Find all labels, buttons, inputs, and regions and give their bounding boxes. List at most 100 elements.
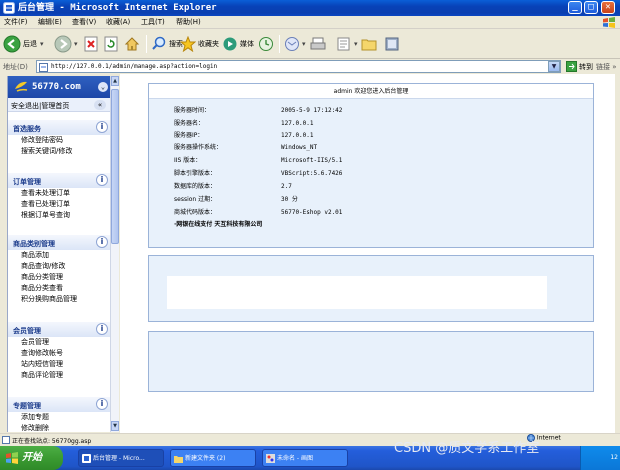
address-url: http://127.0.0.1/admin/manage.asp?action… bbox=[51, 63, 218, 70]
taskbar-item-admin[interactable]: 后台管理 - Micro... bbox=[78, 449, 164, 467]
discuss-button[interactable] bbox=[361, 34, 377, 54]
minimize-button[interactable]: _ bbox=[568, 1, 582, 14]
section-header[interactable]: 订单管理 i bbox=[8, 173, 110, 188]
info-label: 服务器操作系统： bbox=[174, 144, 223, 151]
info-label: 服务器IP： bbox=[174, 132, 204, 139]
sidebar-item-processed-orders[interactable]: 查看已处理订单 bbox=[8, 199, 110, 210]
toolbar-separator bbox=[146, 35, 147, 53]
menu-bar: 文件(F) 编辑(E) 查看(V) 收藏(A) 工具(T) 帮助(H) bbox=[0, 16, 620, 29]
payment-footer-text[interactable]: ·网银在线支付 天互科技有限公司 bbox=[174, 221, 262, 229]
address-input[interactable]: http://127.0.0.1/admin/manage.asp?action… bbox=[36, 60, 561, 73]
sidebar-item-edit-topic[interactable]: 修改删除 bbox=[8, 423, 110, 432]
security-zone-label: Internet bbox=[536, 434, 561, 442]
info-label: session 过期： bbox=[174, 196, 217, 203]
section-toggle-icon[interactable]: i bbox=[96, 174, 108, 186]
sidebar-item-account-query[interactable]: 查询修改帐号 bbox=[8, 348, 110, 359]
sidebar-item-order-search[interactable]: 根据订单号查询 bbox=[8, 210, 110, 221]
info-value: Microsoft-IIS/5.1 bbox=[281, 157, 343, 164]
sidebar-item-reviews[interactable]: 商品评论管理 bbox=[8, 370, 110, 381]
clock[interactable]: 12 bbox=[610, 454, 618, 461]
menu-help[interactable]: 帮助(H) bbox=[176, 18, 201, 27]
sidebar-scrollbar[interactable]: ▲ ▼ bbox=[110, 76, 119, 432]
info-label: IIS 版本： bbox=[174, 157, 202, 164]
stop-button[interactable] bbox=[84, 34, 98, 54]
section-member-management: 会员管理 i 会员管理 查询修改帐号 站内短信管理 商品评论管理 bbox=[8, 322, 110, 381]
favorites-button[interactable]: 收藏夹 bbox=[180, 34, 219, 54]
sidebar-item-keywords[interactable]: 搜索关键词/修改 bbox=[8, 146, 110, 157]
forward-dropdown-icon: ▾ bbox=[74, 40, 78, 48]
links-toolbar[interactable]: 链接 » bbox=[596, 62, 617, 72]
sidebar-item-add-product[interactable]: 商品添加 bbox=[8, 250, 110, 261]
section-header[interactable]: 商品类别管理 i bbox=[8, 235, 110, 250]
scrollbar-thumb[interactable] bbox=[111, 89, 119, 244]
menu-edit[interactable]: 编辑(E) bbox=[38, 18, 62, 27]
scroll-up-icon[interactable]: ▲ bbox=[111, 76, 119, 86]
info-value: 56770-Eshop v2.01 bbox=[281, 209, 343, 216]
address-dropdown-button[interactable]: ▼ bbox=[548, 61, 560, 72]
sidebar-item-category-view[interactable]: 商品分类查看 bbox=[8, 283, 110, 294]
section-title: 首选服务 bbox=[13, 125, 41, 133]
close-button[interactable]: ✕ bbox=[601, 1, 615, 14]
menu-file[interactable]: 文件(F) bbox=[4, 18, 28, 27]
sidebar-item-members[interactable]: 会员管理 bbox=[8, 337, 110, 348]
section-header[interactable]: 首选服务 i bbox=[8, 120, 110, 135]
ie-icon bbox=[82, 454, 91, 463]
window-titlebar: 后台管理 - Microsoft Internet Explorer _ □ ✕ bbox=[0, 0, 620, 16]
back-button[interactable]: 后退 ▾ bbox=[3, 34, 44, 54]
home-button[interactable] bbox=[124, 34, 140, 54]
info-value: VBScript:5.6.7426 bbox=[281, 170, 343, 177]
edit-icon bbox=[337, 37, 350, 51]
search-icon bbox=[152, 36, 166, 50]
brand-name: 56770.com bbox=[32, 82, 81, 92]
back-dropdown-icon[interactable]: ▾ bbox=[40, 40, 44, 48]
welcome-message: admin 欢迎您进入后台管理 bbox=[149, 84, 593, 99]
menu-tools[interactable]: 工具(T) bbox=[141, 18, 165, 27]
section-toggle-icon[interactable]: i bbox=[96, 236, 108, 248]
page-icon bbox=[39, 63, 48, 72]
logout-home-link[interactable]: 安全退出|管理首页 bbox=[11, 101, 69, 111]
go-button[interactable]: 转到 bbox=[566, 61, 593, 72]
sidebar-item-add-topic[interactable]: 添加专题 bbox=[8, 412, 110, 423]
search-button[interactable]: 搜索 bbox=[151, 34, 183, 54]
section-toggle-icon[interactable]: i bbox=[96, 121, 108, 133]
start-label: 开始 bbox=[22, 452, 42, 463]
taskbar-item-paint[interactable]: 未命名 - 画图 bbox=[262, 449, 348, 467]
section-header[interactable]: 会员管理 i bbox=[8, 322, 110, 337]
address-bar: 地址(D) http://127.0.0.1/admin/manage.asp?… bbox=[0, 59, 620, 74]
scroll-down-icon[interactable]: ▼ bbox=[111, 421, 119, 431]
sidebar-item-category-manage[interactable]: 商品分类管理 bbox=[8, 272, 110, 283]
chevron-down-icon[interactable]: ⌄ bbox=[98, 82, 108, 92]
section-preferred-services: 首选服务 i 修改登陆密码 搜索关键词/修改 bbox=[8, 120, 110, 157]
section-product-categories: 商品类别管理 i 商品添加 商品查询/修改 商品分类管理 商品分类查看 积分换购… bbox=[8, 235, 110, 305]
collapse-sidebar-button[interactable]: « bbox=[94, 100, 106, 110]
sidebar-item-points-exchange[interactable]: 积分换购商品管理 bbox=[8, 294, 110, 305]
media-label: 媒体 bbox=[240, 40, 254, 48]
admin-sidebar: 56770.com ⌄ 安全退出|管理首页 « 首选服务 i 修改登陆密码 搜索… bbox=[7, 76, 110, 432]
mail-button[interactable]: ▾ bbox=[284, 34, 306, 54]
messenger-button[interactable] bbox=[384, 34, 400, 54]
sidebar-item-change-password[interactable]: 修改登陆密码 bbox=[8, 135, 110, 146]
sidebar-item-product-query[interactable]: 商品查询/修改 bbox=[8, 261, 110, 272]
refresh-button[interactable] bbox=[104, 34, 118, 54]
section-title: 订单管理 bbox=[13, 178, 41, 186]
menu-view[interactable]: 查看(V) bbox=[72, 18, 96, 27]
edit-button[interactable]: ▾ bbox=[336, 34, 358, 54]
media-button[interactable]: 媒体 bbox=[222, 34, 254, 54]
section-header[interactable]: 专题管理 i bbox=[8, 397, 110, 412]
taskbar-item-folder[interactable]: 新建文件夹 (2) bbox=[170, 449, 256, 467]
window-title: 后台管理 - Microsoft Internet Explorer bbox=[18, 3, 217, 13]
toolbar-separator bbox=[279, 35, 280, 53]
section-toggle-icon[interactable]: i bbox=[96, 323, 108, 335]
menu-favorites[interactable]: 收藏(A) bbox=[106, 18, 130, 27]
sidebar-item-messages[interactable]: 站内短信管理 bbox=[8, 359, 110, 370]
windows-flag-icon bbox=[6, 452, 18, 464]
maximize-button[interactable]: □ bbox=[584, 1, 598, 14]
brand-header: 56770.com ⌄ bbox=[8, 76, 110, 98]
history-button[interactable] bbox=[258, 34, 274, 54]
forward-button[interactable]: ▾ bbox=[54, 34, 78, 54]
watermark-text: CSDN @质文学系工作室 bbox=[394, 441, 540, 456]
print-button[interactable] bbox=[310, 34, 326, 54]
sidebar-item-unprocessed-orders[interactable]: 查看未处理订单 bbox=[8, 188, 110, 199]
start-button[interactable]: 开始 bbox=[0, 446, 63, 470]
section-toggle-icon[interactable]: i bbox=[96, 398, 108, 410]
